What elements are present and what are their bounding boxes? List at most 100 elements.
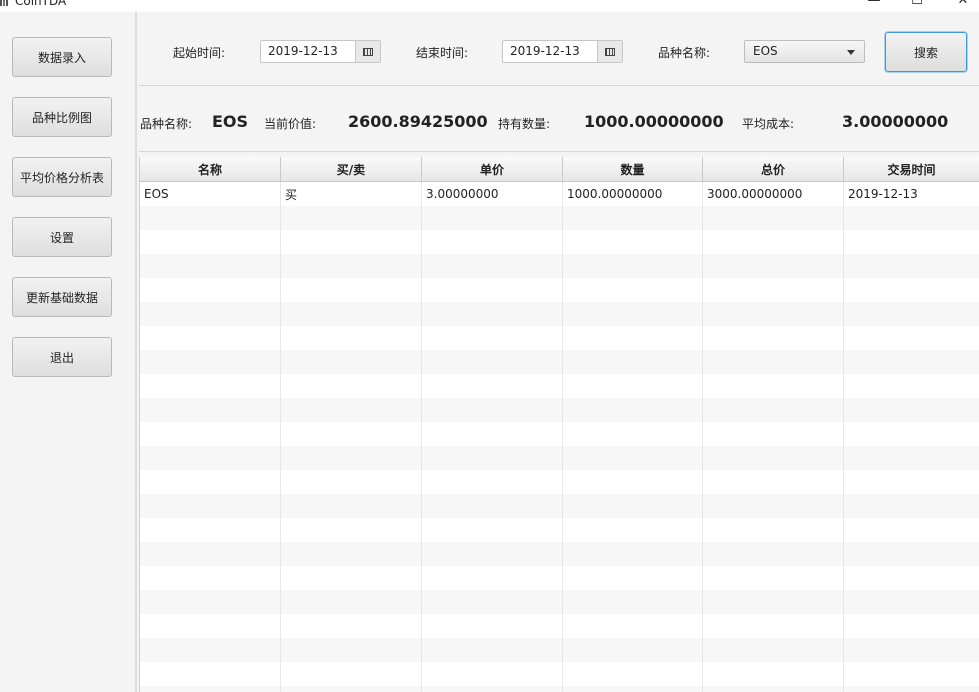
table-cell (422, 254, 563, 278)
column-header[interactable]: 总价 (703, 157, 844, 182)
table-cell (140, 278, 281, 302)
table-cell (703, 350, 844, 374)
table-cell (422, 398, 563, 422)
end-date-value[interactable]: 2019-12-13 (510, 44, 580, 58)
table-cell (563, 350, 703, 374)
column-header[interactable]: 买/卖 (281, 157, 422, 182)
table-row[interactable] (140, 206, 979, 230)
variety-label: 品种名称: (658, 46, 711, 60)
transactions-table[interactable]: 名称 买/卖 单价 数量 总价 交易时间 EOS 买 3.00000000 1000.00000… (139, 157, 979, 692)
start-date-picker[interactable]: 2019-12-13 (260, 40, 381, 63)
table-row[interactable] (140, 326, 979, 350)
calendar-icon[interactable] (355, 41, 380, 62)
table-row[interactable] (140, 542, 979, 566)
close-icon[interactable]: ✕ (953, 0, 973, 8)
table-cell (703, 302, 844, 326)
column-header[interactable]: 数量 (563, 157, 703, 182)
table-cell (422, 278, 563, 302)
table-row[interactable] (140, 302, 979, 326)
table-cell (281, 230, 422, 254)
table-cell (563, 470, 703, 494)
average-price-analysis-button[interactable]: 平均价格分析表 (12, 157, 112, 197)
table-cell (563, 206, 703, 230)
table-cell (563, 494, 703, 518)
minimize-icon[interactable]: — (864, 0, 884, 8)
table-cell (140, 470, 281, 494)
table-cell (844, 542, 979, 566)
table-cell (422, 686, 563, 692)
table-cell (703, 422, 844, 446)
table-cell (140, 614, 281, 638)
calendar-icon[interactable] (597, 41, 622, 62)
table-cell (281, 614, 422, 638)
table-cell (140, 350, 281, 374)
current-value: 2600.89425000 (348, 112, 488, 131)
table-cell (844, 374, 979, 398)
table-cell (422, 614, 563, 638)
table-row[interactable] (140, 446, 979, 470)
table-cell (844, 566, 979, 590)
table-cell (140, 206, 281, 230)
table-cell (140, 326, 281, 350)
chevron-down-icon[interactable] (847, 50, 855, 55)
table-cell (844, 494, 979, 518)
table-row[interactable] (140, 422, 979, 446)
table-cell (281, 446, 422, 470)
start-date-value[interactable]: 2019-12-13 (268, 44, 338, 58)
table-row[interactable] (140, 566, 979, 590)
start-date-label: 起始时间: (173, 46, 226, 60)
table-cell (703, 278, 844, 302)
table-cell (140, 230, 281, 254)
search-button[interactable]: 搜索 (885, 32, 967, 72)
maximize-icon[interactable]: ☐ (907, 0, 927, 8)
data-entry-button[interactable]: 数据录入 (12, 37, 112, 77)
table-row[interactable] (140, 398, 979, 422)
table-row[interactable] (140, 686, 979, 692)
table-row[interactable] (140, 374, 979, 398)
update-base-data-button[interactable]: 更新基础数据 (12, 277, 112, 317)
table-row[interactable] (140, 662, 979, 686)
table-cell (281, 590, 422, 614)
table-cell (563, 278, 703, 302)
table-cell (140, 638, 281, 662)
table-cell (281, 302, 422, 326)
holding-qty-label: 持有数量: (498, 117, 551, 131)
table-row[interactable] (140, 350, 979, 374)
table-row[interactable] (140, 230, 979, 254)
table-row[interactable] (140, 278, 979, 302)
table-cell (422, 494, 563, 518)
settings-button[interactable]: 设置 (12, 217, 112, 257)
exit-button[interactable]: 退出 (12, 337, 112, 377)
variety-ratio-chart-button[interactable]: 品种比例图 (12, 97, 112, 137)
table-row[interactable] (140, 614, 979, 638)
table-cell (563, 374, 703, 398)
table-row[interactable] (140, 494, 979, 518)
table-row[interactable] (140, 638, 979, 662)
column-header[interactable]: 单价 (422, 157, 563, 182)
table-cell (422, 206, 563, 230)
table-cell (703, 614, 844, 638)
table-row[interactable]: EOS 买 3.00000000 1000.00000000 3000.00000000… (140, 182, 979, 206)
table-row[interactable] (140, 254, 979, 278)
table-cell (140, 494, 281, 518)
table-cell (703, 374, 844, 398)
table-cell (844, 254, 979, 278)
table-row[interactable] (140, 518, 979, 542)
variety-select-value[interactable]: EOS (753, 44, 778, 58)
table-cell (422, 662, 563, 686)
table-cell (563, 326, 703, 350)
end-date-picker[interactable]: 2019-12-13 (502, 40, 623, 63)
end-date-label: 结束时间: (416, 46, 469, 60)
column-header[interactable]: 交易时间 (844, 157, 979, 182)
variety-select[interactable]: EOS (744, 40, 865, 63)
table-cell (844, 662, 979, 686)
table-row[interactable] (140, 590, 979, 614)
table-cell (140, 398, 281, 422)
table-row[interactable] (140, 470, 979, 494)
column-header[interactable]: 名称 (140, 157, 281, 182)
table-cell (281, 422, 422, 446)
table-cell (140, 590, 281, 614)
table-cell (422, 566, 563, 590)
table-cell (140, 542, 281, 566)
table-cell (422, 230, 563, 254)
